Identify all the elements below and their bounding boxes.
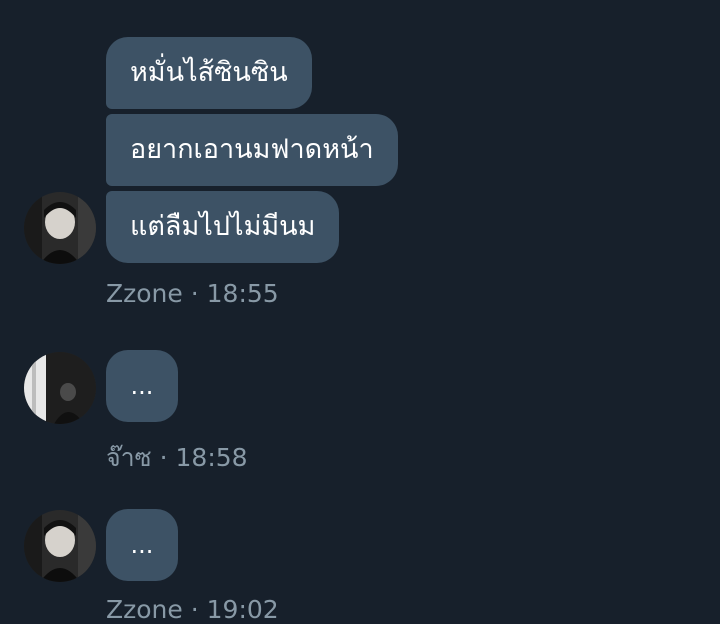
message-time: 18:58 [175,443,248,472]
message-text: หมั่นไส้ซินซิน [130,57,288,88]
avatar-image [24,192,96,264]
message-bubble[interactable]: ... [106,509,178,581]
message-text: ... [130,372,154,400]
message-bubble[interactable]: อยากเอานมฟาดหน้า [106,114,398,186]
message-text: อยากเอานมฟาดหน้า [130,134,374,165]
sender-name: Zzone [106,279,183,308]
message-bubble[interactable]: ... [106,350,178,422]
message-time: 18:55 [206,279,279,308]
avatar-image [24,510,96,582]
message-bubble[interactable]: หมั่นไส้ซินซิน [106,37,312,109]
message-meta: จ๊าซ · 18:58 [106,438,248,478]
meta-separator: · [159,443,168,472]
avatar[interactable] [24,192,96,264]
meta-separator: · [190,279,199,308]
message-text: ... [130,531,154,559]
message-meta: Zzone · 18:55 [106,279,279,308]
sender-name: จ๊าซ [106,443,152,472]
avatar[interactable] [24,510,96,582]
avatar-image [24,352,96,424]
message-text: แต่ลืมไปไม่มีนม [130,211,316,242]
message-meta: Zzone · 19:02 [106,595,279,624]
avatar[interactable] [24,352,96,424]
meta-separator: · [190,595,199,624]
message-bubble[interactable]: แต่ลืมไปไม่มีนม [106,191,340,263]
message-time: 19:02 [206,595,279,624]
sender-name: Zzone [106,595,183,624]
